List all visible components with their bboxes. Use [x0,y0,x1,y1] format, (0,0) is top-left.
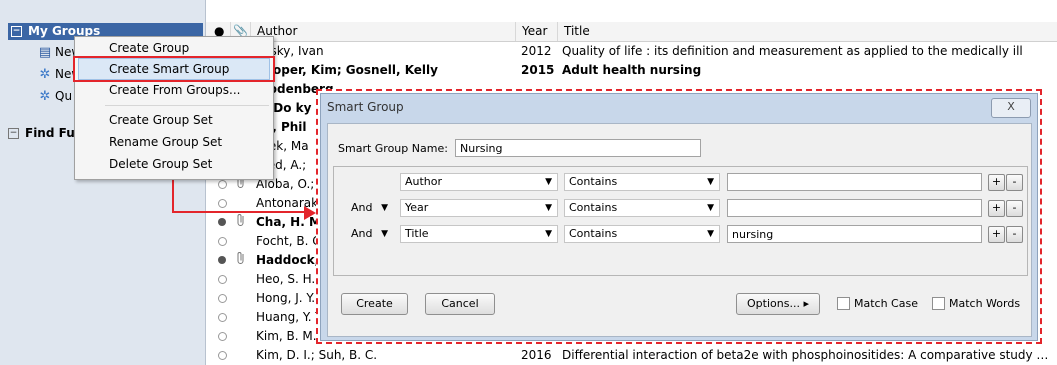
dropdown-arrow-icon: ▼ [707,203,714,213]
year-column-header[interactable]: Year [515,22,562,41]
dropdown-arrow-icon: ▼ [545,177,552,187]
options-button[interactable]: Options... ▸ [736,293,820,315]
smart-group-name-label: Smart Group Name: [338,142,448,155]
options-arrow-icon: ▸ [803,297,809,310]
table-row[interactable]: Pifsky, Ivan 2012 Quality of life : its de… [206,42,1057,61]
author-cell: Pifsky, Ivan [256,44,324,58]
dropdown-arrow-icon: ▼ [545,229,552,239]
read-status-icon [218,237,227,246]
connector-select[interactable]: And ▼ [346,199,394,217]
field-select[interactable]: Title ▼ [400,225,558,243]
title-cell: Quality of life : its definition and mea… [562,44,1023,58]
connector-select[interactable]: And ▼ [346,225,394,243]
year-cell: 2015 [521,63,555,77]
field-select-value: Title [405,227,429,240]
match-words-label: Match Words [949,297,1021,310]
dropdown-arrow-icon: ▼ [381,203,388,213]
list-header: ● 📎 Author Year Title [206,22,1057,42]
dropdown-arrow-icon: ▼ [707,229,714,239]
remove-condition-button[interactable]: - [1006,226,1023,243]
title-cell: Differential interaction of beta2e with … [562,348,1052,362]
find-full-text-label: Find Ful [25,126,79,140]
field-select-value: Author [405,175,443,188]
conditions-area: Author ▼ Contains ▼ + - And ▼ Year ▼ Contain… [333,166,1028,276]
table-row[interactable]: Kim, D. I.; Suh, B. C. 2016 Differential i… [206,346,1057,365]
field-select-value: Year [405,201,429,214]
unread-status-icon [218,256,226,264]
field-select[interactable]: Author ▼ [400,173,558,191]
operator-select-value: Contains [569,201,618,214]
dialog-body: Smart Group Name: Nursing Author ▼ Contai… [327,123,1032,337]
collapse-toggle-icon[interactable]: − [11,26,22,37]
match-words-checkbox[interactable] [932,297,945,310]
find-full-text-header[interactable]: − Find Ful [8,125,79,142]
operator-select-value: Contains [569,227,618,240]
read-status-icon [218,313,227,322]
title-cell: Adult health nursing [562,63,702,77]
condition-value-input[interactable] [727,199,982,217]
dropdown-arrow-icon: ▼ [545,203,552,213]
remove-condition-button[interactable]: - [1006,174,1023,191]
unread-status-icon [218,218,226,226]
author-cell: Kim, D. I.; Suh, B. C. [256,348,378,362]
operator-select[interactable]: Contains ▼ [564,199,720,217]
dropdown-arrow-icon: ▼ [707,177,714,187]
menu-item-rename-group-set[interactable]: Rename Group Set [109,132,222,152]
author-column-header[interactable]: Author [250,22,519,41]
match-case-checkbox[interactable] [837,297,850,310]
annotation-arrow-icon [304,206,316,220]
operator-select-value: Contains [569,175,618,188]
connector-select-value: And [351,201,373,214]
menu-separator [105,105,269,106]
annotation-line [172,211,306,213]
remove-condition-button[interactable]: - [1006,200,1023,217]
author-cell: Cooper, Kim; Gosnell, Kelly [256,63,438,77]
field-select[interactable]: Year ▼ [400,199,558,217]
table-row[interactable]: Cooper, Kim; Gosnell, Kelly 2015 Adult hea… [206,61,1057,80]
smart-group-icon: ✲ [39,67,51,82]
menu-item-create-from-groups[interactable]: Create From Groups... [109,80,240,100]
cancel-button[interactable]: Cancel [425,293,495,315]
smart-group-icon: ✲ [39,89,51,104]
options-label: Options... [747,297,800,310]
add-condition-button[interactable]: + [988,174,1005,191]
read-status-icon [218,351,227,360]
sidebar-item-smart-group[interactable]: ✲ Qu [38,88,73,105]
group-icon: ▤ [38,45,52,60]
create-button[interactable]: Create [341,293,408,315]
dialog-frame: Smart Group X Smart Group Name: Nursing … [320,93,1038,341]
menu-item-create-group-set[interactable]: Create Group Set [109,110,213,130]
operator-select[interactable]: Contains ▼ [564,173,720,191]
smart-group-dialog: Smart Group X Smart Group Name: Nursing … [316,89,1042,344]
collapse-toggle-icon[interactable]: − [8,128,19,139]
condition-value-input[interactable] [727,173,982,191]
add-condition-button[interactable]: + [988,200,1005,217]
menu-item-create-group[interactable]: Create Group [109,38,189,58]
add-condition-button[interactable]: + [988,226,1005,243]
read-status-icon [218,275,227,284]
smart-group-name-input[interactable]: Nursing [455,139,701,157]
read-status-icon [218,180,227,189]
read-status-icon [218,332,227,341]
dialog-title: Smart Group [327,100,404,114]
menu-item-delete-group-set[interactable]: Delete Group Set [109,154,212,174]
sidebar-item-label: Qu [55,89,73,103]
title-column-header[interactable]: Title [557,22,1057,41]
dropdown-arrow-icon: ▼ [381,229,388,239]
annotation-highlight-box [73,56,275,82]
year-cell: 2012 [521,44,552,58]
read-status-icon [218,199,227,208]
condition-value-input[interactable]: nursing [727,225,982,243]
year-cell: 2016 [521,348,552,362]
match-case-label: Match Case [854,297,918,310]
read-status-icon [218,294,227,303]
connector-select-value: And [351,227,373,240]
operator-select[interactable]: Contains ▼ [564,225,720,243]
close-button[interactable]: X [991,98,1031,118]
